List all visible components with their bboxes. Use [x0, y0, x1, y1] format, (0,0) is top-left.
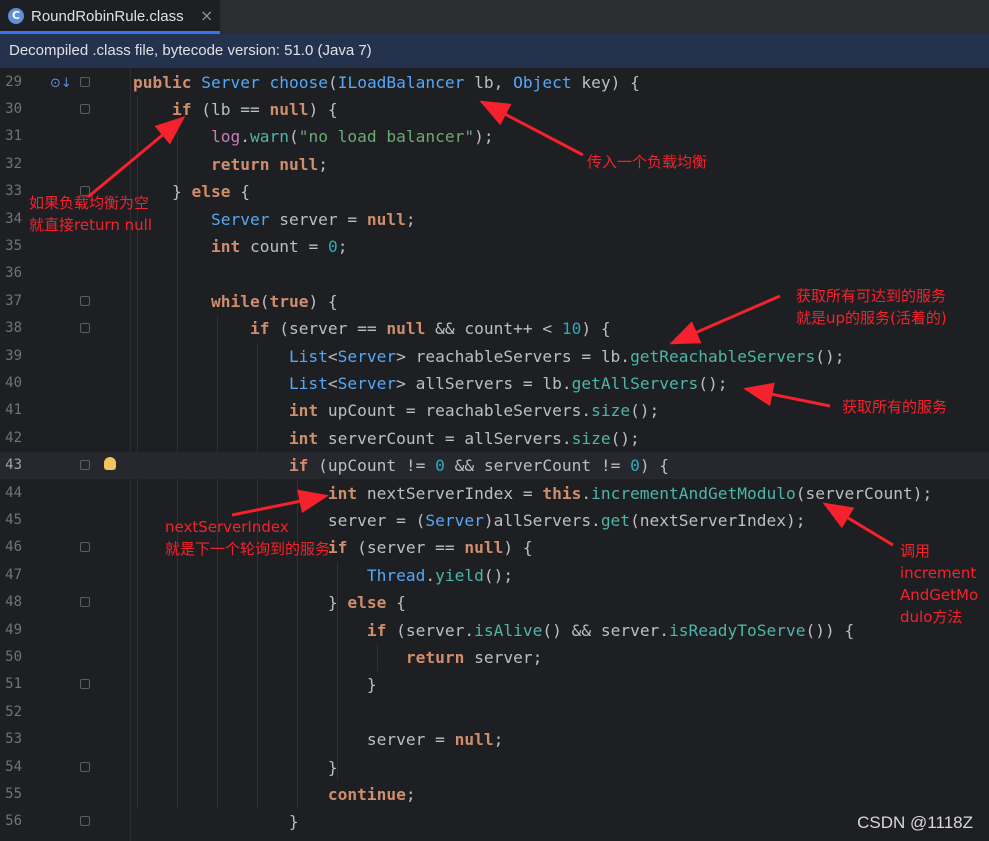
annotation-call: 调用 increment AndGetMo dulo方法 [900, 542, 979, 626]
arrow-all [743, 382, 831, 408]
arrow-null-check [87, 116, 186, 199]
arrow-call [822, 502, 894, 547]
annotation-next-index: nextServerIndex 就是下一个轮询到的服务 [165, 518, 331, 558]
annotation-param: 传入一个负载均衡 [587, 153, 708, 171]
arrow-next-index [231, 489, 329, 517]
annotation-reachable: 获取所有可达到的服务 就是up的服务(活着的) [796, 287, 947, 327]
arrow-reachable [669, 294, 781, 345]
annotation-all: 获取所有的服务 [842, 398, 948, 416]
annotation-arrows [87, 100, 894, 547]
watermark: CSDN @1118Z [857, 813, 973, 832]
arrow-param [479, 100, 584, 157]
annotation-null-check: 如果负载均衡为空 就直接return null [29, 194, 152, 234]
